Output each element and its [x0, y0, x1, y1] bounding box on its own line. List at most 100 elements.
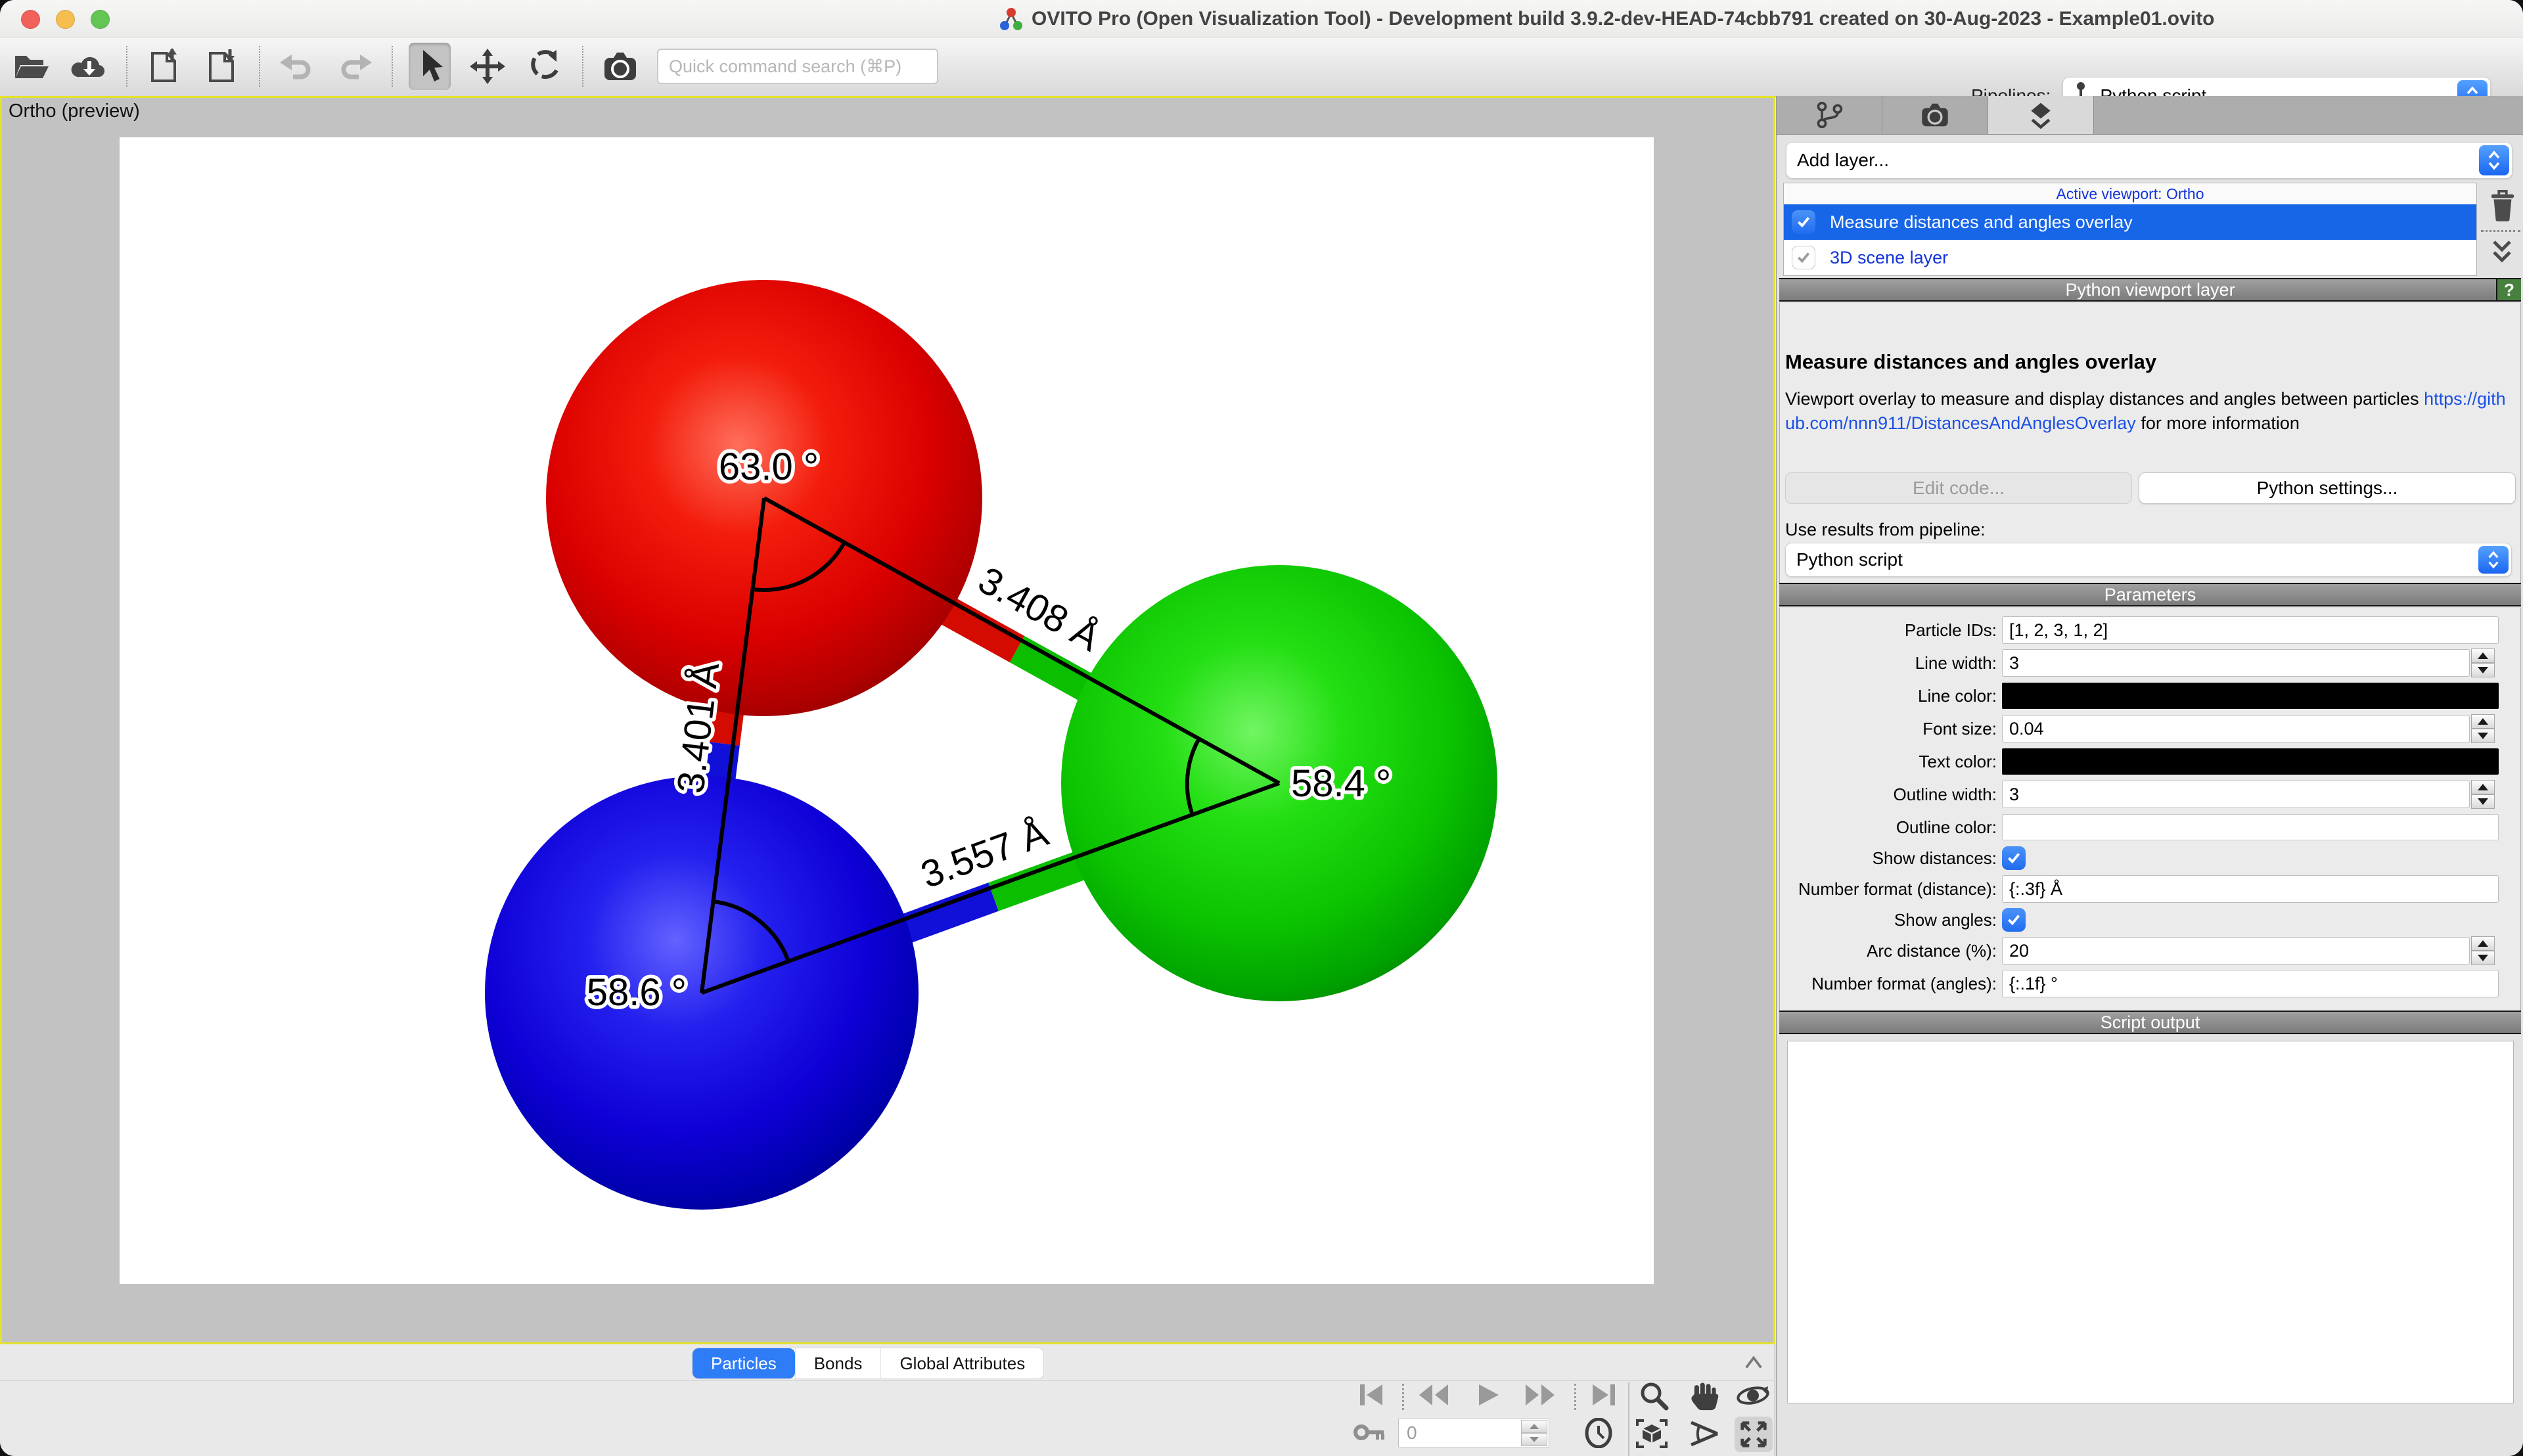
render-canvas: 63.0 ° 58.4 ° 58.6 ° 3.408 Å 3.401 Å 3.5… [120, 137, 1654, 1284]
use-results-pipeline-select[interactable]: Python script [1785, 543, 2512, 577]
layer-row-measure-overlay[interactable]: Measure distances and angles overlay [1784, 204, 2476, 240]
import-remote-file-button[interactable] [68, 43, 110, 90]
spin-up-button[interactable] [2471, 780, 2495, 794]
parameters-content: Particle IDs: Line width: Line color: Fo… [1779, 608, 2521, 1011]
section-header-parameters: Parameters [1779, 583, 2521, 606]
spin-up-button[interactable] [2471, 714, 2495, 729]
rewind-button[interactable] [1415, 1380, 1452, 1409]
add-layer-value: Add layer... [1786, 150, 1889, 171]
spin-down-button[interactable] [2471, 663, 2495, 677]
orbit-tool-button[interactable] [1735, 1380, 1771, 1411]
pan-tool-button[interactable] [1687, 1380, 1720, 1411]
select-mode-button[interactable] [409, 43, 451, 90]
divider [1628, 1382, 1629, 1456]
python-settings-button[interactable]: Python settings... [2139, 472, 2516, 504]
skip-to-start-button[interactable] [1355, 1380, 1388, 1409]
undo-button[interactable] [276, 43, 318, 90]
arc-distance-input[interactable] [2002, 937, 2470, 965]
cloud-download-icon [70, 49, 108, 83]
double-chevron-down-icon[interactable] [2489, 238, 2515, 265]
param-label: Number format (distance): [1780, 879, 2002, 899]
use-results-pipeline-value: Python script [1786, 549, 1903, 570]
tab-viewport-layers[interactable] [1988, 96, 2094, 134]
redo-button[interactable] [334, 43, 376, 90]
close-window-button[interactable] [21, 10, 40, 29]
tab-pipeline[interactable] [1777, 96, 1882, 134]
maximize-viewport-button[interactable] [1735, 1417, 1773, 1452]
layer-checkbox-checked[interactable] [1792, 210, 1815, 234]
stepper-chevrons-icon[interactable] [2479, 145, 2509, 175]
minimize-window-button[interactable] [56, 10, 75, 29]
export-file-button[interactable] [201, 43, 243, 90]
number-format-angles-input[interactable] [2002, 970, 2499, 997]
text-color-swatch[interactable] [2002, 748, 2499, 775]
number-format-distance-input[interactable] [2002, 875, 2499, 903]
viewport-label[interactable]: Ortho (preview) [9, 101, 140, 122]
frame-spin-up-button[interactable] [1521, 1420, 1547, 1433]
angle-label-green: 58.4 ° [1291, 762, 1391, 805]
stepper-chevrons-icon[interactable] [2478, 546, 2509, 574]
zoom-window-button[interactable] [91, 10, 110, 29]
move-mode-button[interactable] [466, 43, 509, 90]
delete-layer-trash-icon[interactable] [2488, 188, 2518, 222]
script-output-box[interactable] [1787, 1041, 2514, 1403]
import-file-button[interactable] [143, 43, 185, 90]
open-file-button[interactable] [11, 43, 53, 90]
tab-particles[interactable]: Particles [693, 1348, 795, 1378]
help-button[interactable]: ? [2496, 279, 2521, 300]
spin-down-button[interactable] [2471, 729, 2495, 743]
animation-key-button[interactable] [1352, 1418, 1388, 1447]
layer-list: Active viewport: Ortho Measure distances… [1783, 183, 2477, 276]
edit-code-button[interactable]: Edit code... [1785, 472, 2132, 504]
section-header-label: Script output [2101, 1012, 2200, 1033]
spin-down-button[interactable] [2471, 794, 2495, 809]
window-title: OVITO Pro (Open Visualization Tool) - De… [1032, 8, 2214, 30]
param-label: Text color: [1780, 752, 2002, 772]
param-label: Outline width: [1780, 785, 2002, 805]
param-row-show-distances: Show distances: [1780, 844, 2520, 872]
viewport-ortho[interactable]: Ortho (preview) [0, 96, 1775, 1344]
collapse-panel-chevron-up-icon[interactable] [1741, 1353, 1766, 1373]
search-input[interactable] [657, 49, 938, 84]
layer-checkbox-checked[interactable] [1792, 246, 1815, 269]
tab-render[interactable] [1882, 96, 1988, 134]
spin-up-button[interactable] [2471, 648, 2495, 663]
line-color-swatch[interactable] [2002, 683, 2499, 709]
show-distances-checkbox[interactable] [2002, 846, 2026, 870]
frame-number-input[interactable] [1399, 1419, 1520, 1447]
section-header-script-output: Script output [1779, 1011, 2521, 1034]
render-button[interactable] [599, 43, 641, 90]
main-toolbar: Pipelines: Python script [0, 37, 2523, 97]
play-button[interactable] [1473, 1380, 1502, 1409]
tab-bonds[interactable]: Bonds [795, 1348, 881, 1378]
param-row-line-width: Line width: [1780, 647, 2520, 679]
particle-ids-input[interactable] [2002, 616, 2499, 644]
add-layer-select[interactable]: Add layer... [1786, 142, 2512, 179]
animation-settings-button[interactable] [1582, 1418, 1615, 1448]
font-size-input[interactable] [2002, 715, 2470, 742]
skip-to-end-button[interactable] [1587, 1380, 1620, 1409]
zoom-scene-extents-button[interactable] [1633, 1418, 1670, 1449]
field-of-view-button[interactable] [1686, 1418, 1721, 1449]
rotate-mode-button[interactable] [524, 43, 566, 90]
use-results-label: Use results from pipeline: [1785, 520, 1986, 540]
spin-down-button[interactable] [2471, 951, 2495, 965]
show-angles-checkbox[interactable] [2002, 908, 2026, 932]
line-width-input[interactable] [2002, 649, 2470, 677]
command-panel: Add layer... Active viewport: Ortho Meas… [1776, 96, 2523, 1456]
magnifier-icon [1639, 1380, 1669, 1411]
camera-icon [602, 50, 639, 83]
frame-number-field [1398, 1418, 1549, 1448]
zoom-tool-button[interactable] [1637, 1380, 1670, 1411]
angle-label-blue: 58.6 ° [587, 971, 687, 1014]
skip-end-icon [1589, 1382, 1618, 1408]
redo-icon [336, 51, 373, 82]
fast-forward-button[interactable] [1522, 1380, 1558, 1409]
tab-global-attributes[interactable]: Global Attributes [880, 1348, 1043, 1378]
spin-up-button[interactable] [2471, 936, 2495, 951]
divider [0, 1380, 1775, 1381]
outline-width-input[interactable] [2002, 781, 2470, 808]
frame-spin-down-button[interactable] [1521, 1433, 1547, 1446]
outline-color-swatch[interactable] [2002, 814, 2499, 840]
layer-row-3d-scene[interactable]: 3D scene layer [1784, 240, 2476, 275]
